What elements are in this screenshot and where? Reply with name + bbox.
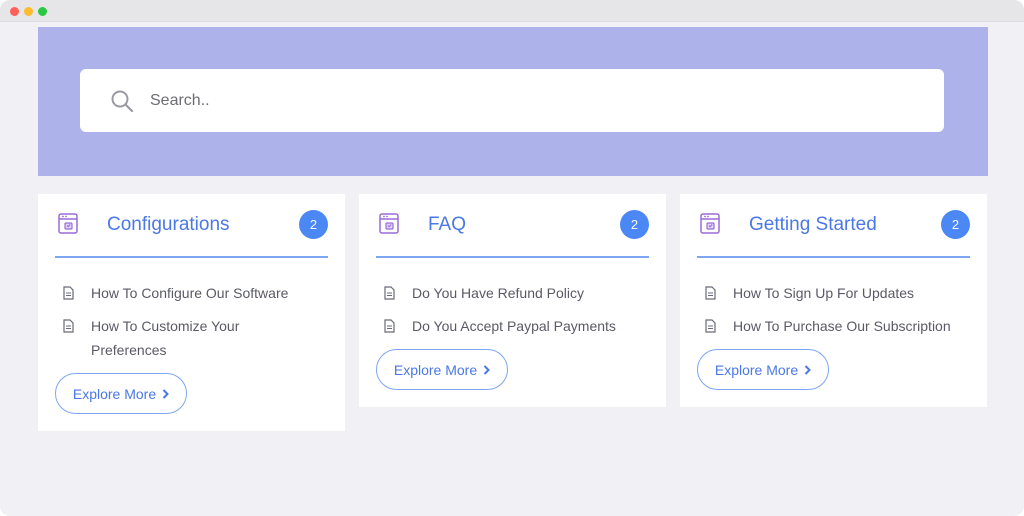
explore-more-button[interactable]: Explore More (697, 349, 829, 390)
article-item[interactable]: How To Sign Up For Updates (697, 285, 970, 305)
article-title[interactable]: Do You Have Refund Policy (412, 281, 584, 305)
browser-window: Configurations 2 How To Configure Our So… (0, 0, 1024, 516)
category-card-faq: FAQ 2 Do You Have Refund Policy Do You A… (359, 194, 666, 407)
maximize-window-button[interactable] (38, 7, 47, 16)
category-card-getting-started: Getting Started 2 How To Sign Up For Upd… (680, 194, 987, 407)
document-icon (63, 319, 74, 333)
article-title[interactable]: How To Configure Our Software (91, 281, 288, 305)
explore-more-button[interactable]: Explore More (55, 373, 187, 414)
article-title[interactable]: How To Sign Up For Updates (733, 281, 914, 305)
card-header: Configurations 2 (55, 194, 328, 258)
explore-more-button[interactable]: Explore More (376, 349, 508, 390)
chevron-right-icon (804, 364, 812, 375)
search-banner (38, 27, 988, 176)
card-header: FAQ 2 (376, 194, 649, 258)
browser-window-icon (700, 213, 720, 234)
search-icon[interactable] (110, 89, 134, 113)
window-titlebar (0, 0, 1024, 22)
chevron-right-icon (483, 364, 491, 375)
article-list: Do You Have Refund Policy Do You Accept … (376, 285, 649, 338)
article-item[interactable]: How To Customize Your Preferences (55, 318, 265, 362)
close-window-button[interactable] (10, 7, 19, 16)
article-item[interactable]: Do You Have Refund Policy (376, 285, 649, 305)
browser-window-icon (58, 213, 78, 234)
explore-more-label: Explore More (72, 385, 157, 402)
article-title[interactable]: How To Customize Your Preferences (91, 314, 265, 362)
article-list: How To Configure Our Software How To Cus… (55, 285, 328, 362)
browser-window-icon (379, 213, 399, 234)
card-header: Getting Started 2 (697, 194, 970, 258)
card-title[interactable]: Getting Started (749, 214, 877, 236)
article-title[interactable]: Do You Accept Paypal Payments (412, 314, 616, 338)
search-bar[interactable] (80, 69, 944, 132)
article-count-badge: 2 (620, 210, 649, 239)
category-card-configurations: Configurations 2 How To Configure Our So… (38, 194, 345, 431)
document-icon (705, 286, 716, 300)
document-icon (63, 286, 74, 300)
minimize-window-button[interactable] (24, 7, 33, 16)
card-title[interactable]: Configurations (107, 214, 230, 236)
article-item[interactable]: How To Purchase Our Subscription (697, 318, 970, 338)
article-count-badge: 2 (299, 210, 328, 239)
explore-more-label: Explore More (714, 361, 799, 378)
explore-more-label: Explore More (393, 361, 478, 378)
search-input[interactable] (150, 69, 910, 132)
article-list: How To Sign Up For Updates How To Purcha… (697, 285, 970, 338)
document-icon (705, 319, 716, 333)
document-icon (384, 319, 395, 333)
document-icon (384, 286, 395, 300)
article-item[interactable]: Do You Accept Paypal Payments (376, 318, 649, 338)
card-title[interactable]: FAQ (428, 214, 466, 236)
article-title[interactable]: How To Purchase Our Subscription (733, 314, 951, 338)
article-count-badge: 2 (941, 210, 970, 239)
article-item[interactable]: How To Configure Our Software (55, 285, 328, 305)
chevron-right-icon (162, 388, 170, 399)
